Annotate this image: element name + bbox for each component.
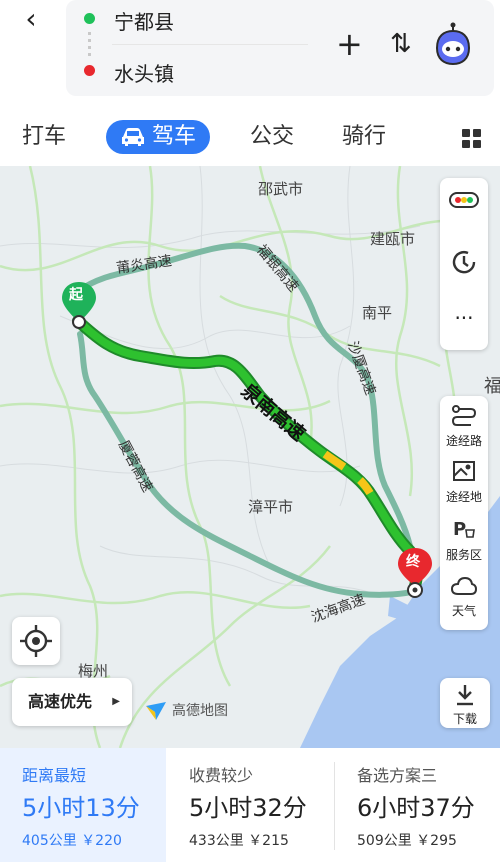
svg-text:P: P: [453, 519, 466, 540]
route-tool-label: 途经路: [445, 434, 482, 448]
car-icon: [122, 128, 144, 146]
weather-label: 天气: [451, 604, 476, 618]
route-preference-button[interactable]: 高速优先 ▶: [12, 678, 132, 726]
route-tag: 距离最短: [22, 766, 87, 785]
route-header: ‹ 宁都县 水头镇 + ⇅: [0, 0, 500, 108]
download-button[interactable]: 下载: [440, 678, 490, 728]
city-label: 建瓯市: [370, 230, 416, 248]
service-area-label: 服务区: [445, 548, 482, 562]
route-time: 5小时13分: [22, 794, 140, 822]
tab-taxi[interactable]: 打车: [22, 120, 66, 154]
more-modes-grid-icon[interactable]: [462, 129, 482, 149]
map-brand-label: 高德地图: [172, 703, 228, 719]
route-tag: 备选方案三: [357, 766, 438, 785]
locate-button[interactable]: [12, 617, 60, 665]
route-time: 5小时32分: [189, 794, 307, 822]
route-time: 6小时37分: [357, 794, 475, 822]
mode-tabs: 打车 驾车 公交 骑行: [0, 108, 500, 166]
city-label: 福: [484, 376, 500, 397]
traffic-light-icon: [449, 192, 479, 208]
clock-icon: [452, 251, 476, 274]
start-marker-label: 起: [69, 287, 83, 303]
download-label: 下载: [452, 712, 477, 726]
route-option[interactable]: 距离最短 5小时13分 405公里 ￥220: [0, 748, 166, 862]
crosshair-icon: [20, 625, 52, 657]
route-meta: 509公里 ￥295: [357, 833, 457, 849]
route-meta: 405公里 ￥220: [22, 833, 122, 849]
service-area-icon: P: [453, 519, 475, 540]
route-options: 距离最短 5小时13分 405公里 ￥220 收费较少 5小时32分 433公里…: [0, 748, 500, 862]
city-label: 邵武市: [258, 180, 304, 198]
add-waypoint-button[interactable]: +: [336, 24, 363, 64]
origin-field[interactable]: 宁都县: [114, 6, 174, 35]
route-meta: 433公里 ￥215: [189, 833, 289, 849]
connector-dots: [88, 32, 91, 58]
swap-button[interactable]: ⇅: [390, 28, 412, 60]
map-canvas: [0, 166, 500, 748]
download-icon: [457, 685, 473, 706]
route-path-icon: [451, 405, 477, 426]
amap-logo-icon: [146, 702, 166, 720]
waypoint-label: 途经地: [445, 490, 482, 504]
caret-right-icon: ▶: [112, 696, 120, 707]
tab-drive-label: 驾车: [152, 124, 197, 149]
city-label: 漳平市: [248, 498, 294, 516]
route-option[interactable]: 备选方案三 6小时37分 509公里 ￥295: [335, 748, 500, 862]
back-button[interactable]: ‹: [16, 4, 46, 34]
destination-field[interactable]: 水头镇: [114, 58, 174, 87]
city-label: 南平: [362, 304, 393, 322]
end-marker-label: 终: [406, 554, 420, 570]
traffic-button[interactable]: [440, 192, 488, 212]
route-tag: 收费较少: [189, 766, 254, 785]
map-brand: 高德地图: [144, 700, 228, 720]
route-preference-label: 高速优先: [28, 692, 93, 711]
map-pin-icon: [453, 461, 475, 481]
service-area-button[interactable]: P 服务区: [440, 518, 488, 563]
route-tools-panel: 途经路 途经地 P 服务区 天气: [440, 396, 488, 630]
assistant-robot-icon[interactable]: [433, 22, 473, 66]
more-options-icon[interactable]: ···: [440, 308, 488, 328]
origin-dot-icon: [84, 13, 95, 24]
map-view[interactable]: 起 终 邵武市 建瓯市 南平 漳平市 梅州 福 莆炎高速 福银高速 沙厦高速 厦…: [0, 166, 500, 748]
map-tools-panel: ···: [440, 178, 488, 350]
weather-button[interactable]: 天气: [440, 576, 488, 619]
tab-bike[interactable]: 骑行: [342, 120, 386, 154]
address-divider: [112, 44, 308, 45]
tab-bus[interactable]: 公交: [250, 120, 294, 154]
route-tool-button[interactable]: 途经路: [440, 404, 488, 449]
destination-dot-icon: [84, 65, 95, 76]
waypoint-button[interactable]: 途经地: [440, 460, 488, 505]
tab-drive[interactable]: 驾车: [106, 120, 211, 154]
cloud-icon: [450, 576, 478, 595]
route-option[interactable]: 收费较少 5小时32分 433公里 ￥215: [167, 748, 333, 862]
history-button[interactable]: [440, 248, 488, 280]
